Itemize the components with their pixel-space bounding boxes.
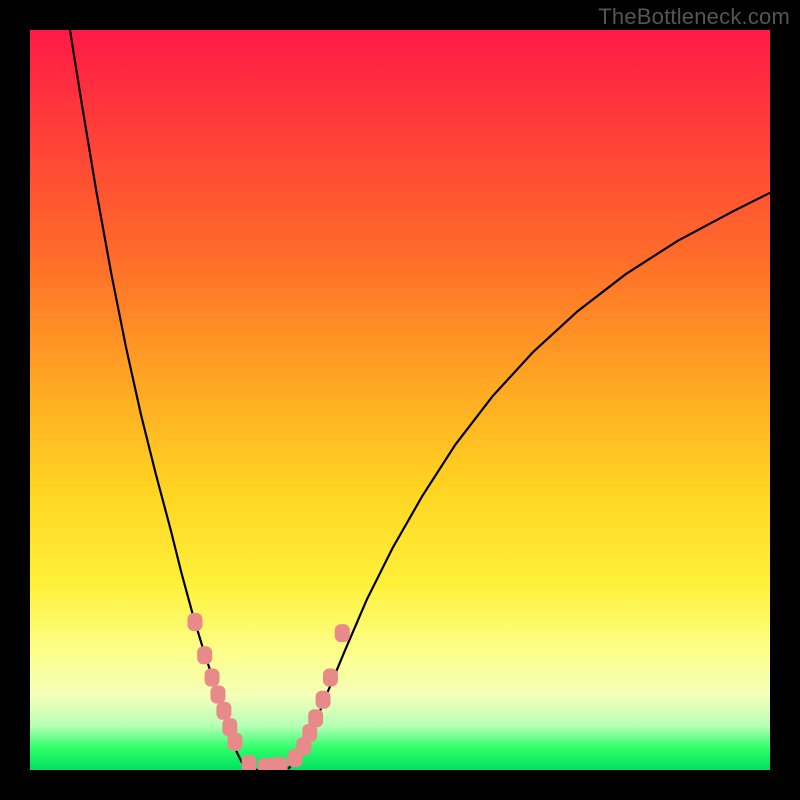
data-marker	[197, 646, 212, 664]
data-marker	[227, 733, 242, 751]
watermark-text: TheBottleneck.com	[598, 4, 790, 30]
data-marker	[316, 691, 331, 709]
chart-plot-area	[30, 30, 770, 770]
data-marker	[323, 669, 338, 687]
data-marker	[210, 686, 225, 704]
data-marker	[335, 624, 350, 642]
data-marker	[188, 613, 203, 631]
chart-frame: TheBottleneck.com	[0, 0, 800, 800]
data-marker	[205, 669, 220, 687]
data-marker	[308, 709, 323, 727]
data-marker	[216, 702, 231, 720]
data-markers	[188, 613, 350, 770]
bottleneck-curve	[70, 30, 770, 770]
chart-svg	[30, 30, 770, 770]
data-marker	[273, 757, 288, 770]
data-marker	[242, 755, 257, 770]
